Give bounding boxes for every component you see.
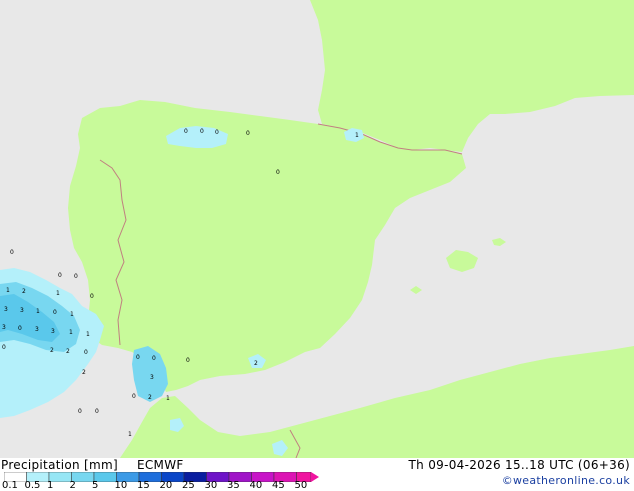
precip-value: 0 <box>2 344 6 351</box>
precip-value: 3 <box>35 326 39 333</box>
precip-value: 0 <box>58 272 62 279</box>
precip-value: 2 <box>50 347 54 354</box>
precip-value: 1 <box>70 311 74 318</box>
precip-value: 3 <box>51 328 55 335</box>
precip-value: 2 <box>254 360 258 367</box>
precip-value: 0 <box>18 325 22 332</box>
legend-label: 5 <box>92 480 99 491</box>
legend-label: 40 <box>249 480 263 491</box>
precip-value: 0 <box>276 169 280 176</box>
precip-value: 3 <box>150 374 154 381</box>
legend-label: 2 <box>69 480 76 491</box>
precipitation-map: 0 0 0 0 1 0 0 0 0 0 1 2 1 3 3 1 0 1 3 0 <box>0 0 634 458</box>
legend-labels: 0.1 0.5 1 2 5 10 15 20 25 30 35 40 45 50 <box>0 480 340 491</box>
legend-label: 15 <box>137 480 150 491</box>
precip-value: 0 <box>74 273 78 280</box>
precip-value: 0 <box>132 393 136 400</box>
precip-value: 1 <box>166 395 170 402</box>
precip-value: 0 <box>90 293 94 300</box>
precip-value: 0 <box>246 130 250 137</box>
precip-value: 1 <box>355 132 359 139</box>
precip-value: 0 <box>152 355 156 362</box>
precip-value: 3 <box>20 307 24 314</box>
precip-value: 3 <box>4 306 8 313</box>
precip-value: 0 <box>186 357 190 364</box>
precip-value: 0 <box>95 408 99 415</box>
precip-value: 0 <box>215 129 219 136</box>
legend-label: 10 <box>114 480 128 491</box>
precip-value: 3 <box>2 324 6 331</box>
precip-value: 1 <box>86 331 90 338</box>
valid-time: Th 09-04-2026 15..18 UTC (06+36) <box>408 458 630 472</box>
legend-label: 0.1 <box>2 480 18 491</box>
precip-value: 0 <box>84 349 88 356</box>
precip-value: 1 <box>69 329 73 336</box>
legend-label: 30 <box>204 480 218 491</box>
precip-value: 1 <box>6 287 10 294</box>
site-credit-link[interactable]: ©weatheronline.co.uk <box>502 474 630 487</box>
precip-value: 0 <box>136 354 140 361</box>
legend-label: 45 <box>272 480 285 491</box>
precip-value: 2 <box>66 348 70 355</box>
legend-label: 1 <box>47 480 54 491</box>
legend-label: 20 <box>159 480 173 491</box>
precip-value: 0 <box>78 408 82 415</box>
precip-value: 0 <box>200 128 204 135</box>
precip-value: 1 <box>56 290 60 297</box>
weather-map-page: 0 0 0 0 1 0 0 0 0 0 1 2 1 3 3 1 0 1 3 0 <box>0 0 634 491</box>
model-name: ECMWF <box>137 458 184 472</box>
precip-value: 0 <box>53 309 57 316</box>
precip-value: 1 <box>36 308 40 315</box>
legend-label: 25 <box>182 480 195 491</box>
variable-title: Precipitation [mm] <box>1 458 118 472</box>
precip-value: 2 <box>82 369 86 376</box>
precip-value: 2 <box>148 394 152 401</box>
map-canvas: 0 0 0 0 1 0 0 0 0 0 1 2 1 3 3 1 0 1 3 0 <box>0 0 634 458</box>
legend-label: 0.5 <box>24 480 41 491</box>
legend-label: 35 <box>227 480 240 491</box>
precip-value: 2 <box>22 288 26 295</box>
precip-value: 0 <box>184 128 188 135</box>
legend-label: 50 <box>294 480 308 491</box>
precip-value: 0 <box>10 249 14 256</box>
map-footer: Precipitation [mm] ECMWF Th 09-04-2026 1… <box>0 458 634 491</box>
precip-value: 1 <box>128 431 132 438</box>
